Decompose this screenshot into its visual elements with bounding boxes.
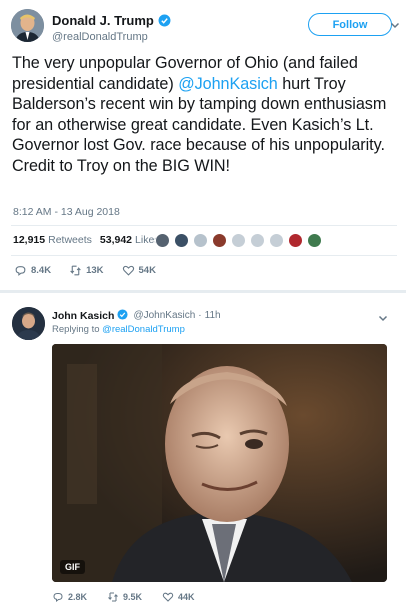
liker-avatar[interactable] bbox=[250, 233, 265, 248]
tweet-timestamp[interactable]: 8:12 AM - 13 Aug 2018 bbox=[13, 206, 120, 218]
like-count: 44K bbox=[178, 592, 195, 602]
reply-separator bbox=[0, 290, 406, 293]
divider bbox=[11, 255, 397, 256]
liker-avatar[interactable] bbox=[212, 233, 227, 248]
verified-badge-icon bbox=[117, 309, 130, 322]
liker-avatar[interactable] bbox=[288, 233, 303, 248]
likes-count[interactable]: 53,942 bbox=[100, 234, 132, 246]
retweet-count: 9.5K bbox=[123, 592, 143, 602]
author-handle[interactable]: @realDonaldTrump bbox=[52, 31, 171, 43]
retweet-button[interactable]: 13K bbox=[69, 264, 104, 277]
follow-button[interactable]: Follow bbox=[308, 13, 392, 36]
replying-to: Replying to @realDonaldTrump bbox=[52, 324, 185, 335]
replying-to-mention[interactable]: @realDonaldTrump bbox=[102, 324, 185, 335]
retweets-label[interactable]: Retweets bbox=[48, 234, 92, 246]
reply-button[interactable]: 2.8K bbox=[52, 591, 87, 603]
retweet-count: 13K bbox=[86, 265, 104, 276]
liker-avatar[interactable] bbox=[155, 233, 170, 248]
liker-avatar[interactable] bbox=[174, 233, 189, 248]
liker-avatar[interactable] bbox=[231, 233, 246, 248]
divider bbox=[11, 225, 397, 226]
reply-button[interactable]: 8.4K bbox=[14, 264, 51, 277]
retweet-button[interactable]: 9.5K bbox=[107, 591, 142, 603]
liker-avatar[interactable] bbox=[269, 233, 284, 248]
author-name[interactable]: Donald J. Trump bbox=[52, 13, 154, 28]
like-icon bbox=[162, 592, 174, 602]
liker-avatar[interactable] bbox=[307, 233, 322, 248]
like-button[interactable]: 44K bbox=[162, 591, 195, 603]
reply-icon bbox=[15, 266, 26, 276]
reply-time[interactable]: 11h bbox=[205, 310, 221, 321]
gif-media[interactable]: GIF bbox=[52, 344, 387, 582]
gif-image bbox=[52, 344, 387, 582]
reply-count: 2.8K bbox=[68, 592, 88, 602]
reply-header: John Kasich @JohnKasich · 11h bbox=[52, 309, 221, 322]
like-icon bbox=[122, 265, 134, 276]
like-button[interactable]: 54K bbox=[122, 264, 156, 277]
tweet-header: Donald J. Trump @realDonaldTrump Follow bbox=[11, 9, 400, 45]
reply-author-avatar[interactable] bbox=[12, 307, 45, 340]
reply-icon bbox=[53, 593, 63, 602]
chevron-down-icon[interactable] bbox=[378, 310, 388, 322]
chevron-down-icon[interactable] bbox=[390, 17, 400, 29]
engagement-stats: 12,915 Retweets 53,942 Likes bbox=[13, 234, 168, 246]
like-count: 54K bbox=[138, 265, 156, 276]
separator-dot: · bbox=[198, 310, 202, 321]
retweet-icon bbox=[70, 265, 81, 276]
replying-to-label: Replying to bbox=[52, 324, 100, 335]
author-avatar[interactable] bbox=[11, 9, 44, 42]
reply-actions: 2.8K 9.5K 44K bbox=[52, 591, 215, 603]
liker-avatar[interactable] bbox=[193, 233, 208, 248]
reply-count: 8.4K bbox=[31, 265, 52, 276]
retweets-count[interactable]: 12,915 bbox=[13, 234, 45, 246]
liker-avatars bbox=[155, 233, 322, 248]
author-block: Donald J. Trump @realDonaldTrump bbox=[52, 13, 171, 43]
tweet-actions: 8.4K 13K 54K bbox=[14, 264, 174, 277]
gif-badge: GIF bbox=[60, 560, 85, 574]
mention-link[interactable]: @JohnKasich bbox=[178, 75, 278, 93]
tweet-text: The very unpopular Governor of Ohio (and… bbox=[12, 53, 398, 176]
verified-badge-icon bbox=[158, 14, 171, 27]
reply-author-handle[interactable]: @JohnKasich bbox=[133, 310, 195, 321]
reply-author-name[interactable]: John Kasich bbox=[52, 310, 114, 322]
retweet-icon bbox=[108, 592, 118, 602]
